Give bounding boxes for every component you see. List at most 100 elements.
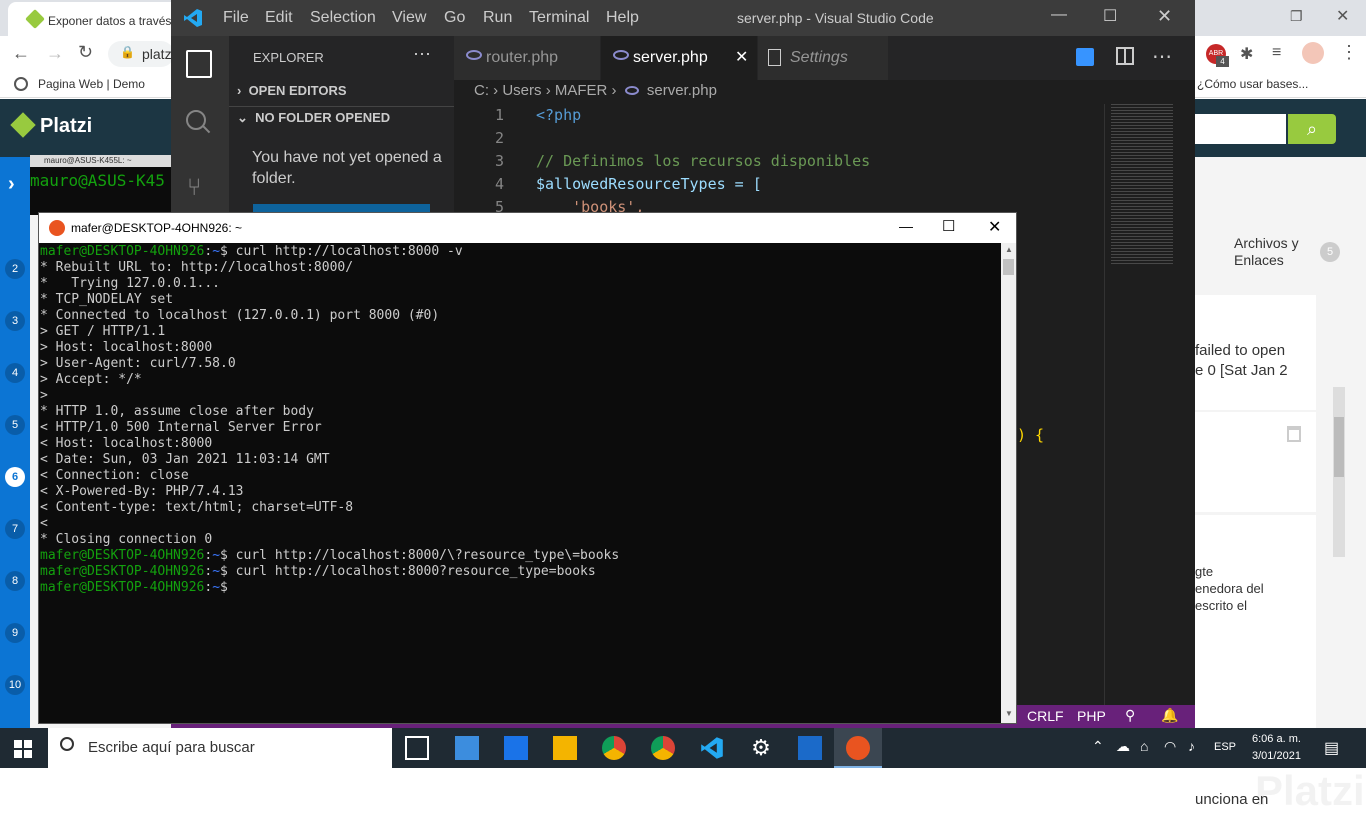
terminal-line: > Accept: */* (40, 372, 142, 387)
globe-icon (14, 77, 28, 91)
browser-tab[interactable]: Exponer datos a través d (8, 2, 178, 36)
terminal-scrollbar[interactable]: ▲ ▼ (1001, 243, 1016, 723)
address-bar[interactable]: 🔒 platz (108, 41, 174, 67)
source-control-icon[interactable]: ⑂ (187, 174, 201, 202)
mail-icon[interactable] (504, 736, 528, 760)
terminal-minimize-icon[interactable]: — (899, 218, 913, 234)
windows-start-icon[interactable] (14, 740, 32, 758)
breadcrumb-users[interactable]: Users (502, 82, 541, 99)
scroll-up-icon[interactable]: ▲ (1005, 245, 1013, 254)
network-icon[interactable]: ⌂ (1140, 738, 1148, 754)
file-explorer-icon[interactable] (553, 736, 577, 760)
compare-icon[interactable] (1076, 48, 1094, 66)
tab-router-php[interactable]: router.php (454, 36, 600, 80)
explorer-title: EXPLORER (253, 50, 324, 65)
maximize-icon[interactable]: ☐ (1103, 6, 1117, 26)
forward-icon[interactable]: → (46, 43, 64, 64)
menu-edit[interactable]: Edit (265, 9, 293, 27)
nav-class-6[interactable]: 6 (5, 467, 25, 487)
open-editors-section[interactable]: › OPEN EDITORS (229, 80, 454, 102)
close-tab-icon[interactable]: ✕ (735, 47, 748, 67)
onedrive-icon[interactable]: ☁ (1116, 738, 1130, 755)
panel-scrollbar[interactable] (1333, 387, 1345, 557)
store-icon[interactable] (455, 736, 479, 760)
photos-icon[interactable] (798, 736, 822, 760)
task-view-icon[interactable] (405, 736, 429, 760)
reading-list-icon[interactable]: ≡ (1272, 44, 1281, 62)
profile-avatar[interactable] (1302, 42, 1324, 64)
browser-close-icon[interactable]: ✕ (1336, 6, 1349, 26)
back-icon[interactable]: ← (12, 43, 30, 64)
extensions-icon[interactable]: ✱ (1240, 44, 1253, 64)
settings-gear-icon[interactable]: ⚙ (749, 736, 773, 760)
menu-go[interactable]: Go (444, 9, 465, 27)
tab-archivos-enlaces[interactable]: Archivos y Enlaces (1234, 235, 1314, 269)
nav-class-8[interactable]: 8 (5, 571, 25, 591)
terminal-maximize-icon[interactable]: ☐ (942, 217, 955, 235)
breadcrumb-drive[interactable]: C: (474, 82, 489, 99)
bookmark-pagina-web[interactable]: Pagina Web | Demo (38, 77, 145, 91)
volume-icon[interactable]: ♪ (1188, 738, 1195, 754)
browser-restore-icon[interactable]: ❐ (1290, 8, 1303, 25)
notifications-icon[interactable]: ▤ (1324, 738, 1339, 758)
menu-help[interactable]: Help (606, 9, 639, 27)
breadcrumb-sep-icon: › (611, 82, 621, 99)
breadcrumb-file[interactable]: server.php (647, 82, 717, 99)
nav-class-10[interactable]: 10 (5, 675, 25, 695)
chevron-up-icon[interactable]: ⌃ (1092, 738, 1104, 755)
no-folder-section[interactable]: ⌄ NO FOLDER OPENED (229, 106, 454, 128)
vscode-taskbar-icon[interactable] (700, 736, 724, 760)
terminal-line: < Connection: close (40, 468, 189, 483)
minimize-icon[interactable]: — (1051, 6, 1067, 24)
panel-scroll-thumb[interactable] (1334, 417, 1344, 477)
chrome-profile-icon[interactable] (651, 736, 675, 760)
breadcrumb-mafer[interactable]: MAFER (555, 82, 608, 99)
nav-class-5[interactable]: 5 (5, 415, 25, 435)
status-eol[interactable]: CRLF (1027, 708, 1064, 724)
scroll-thumb[interactable] (1003, 259, 1014, 275)
archivos-count-badge: 5 (1320, 242, 1340, 262)
bell-icon[interactable]: 🔔 (1161, 707, 1178, 724)
explorer-icon[interactable] (186, 50, 212, 78)
feedback-icon[interactable]: ⚲ (1125, 707, 1135, 724)
clock-date[interactable]: 3/01/2021 (1252, 750, 1301, 762)
wifi-icon[interactable]: ◠ (1164, 738, 1176, 755)
menu-view[interactable]: View (392, 9, 426, 27)
tab-server-php[interactable]: server.php ✕ (601, 36, 757, 80)
platzi-logo[interactable]: Platzi (10, 112, 92, 138)
terminal-close-icon[interactable]: ✕ (988, 217, 1001, 237)
menu-run[interactable]: Run (483, 9, 512, 27)
ubuntu-taskbar-button[interactable] (834, 728, 882, 768)
nav-class-4[interactable]: 4 (5, 363, 25, 383)
input-language[interactable]: ESP (1214, 741, 1236, 753)
status-language[interactable]: PHP (1077, 708, 1106, 724)
bookmark-como-usar-bases[interactable]: ¿Cómo usar bases... (1197, 77, 1308, 91)
minimap[interactable] (1104, 104, 1195, 708)
nav-class-2[interactable]: 2 (5, 259, 25, 279)
nav-class-3[interactable]: 3 (5, 311, 25, 331)
tab-settings[interactable]: Settings (758, 36, 888, 80)
platzi-search-input[interactable] (1190, 114, 1286, 144)
scroll-down-icon[interactable]: ▼ (1005, 709, 1013, 718)
clock-time[interactable]: 6:06 a. m. (1252, 733, 1301, 745)
close-icon[interactable]: ✕ (1157, 6, 1172, 27)
terminal-output[interactable]: mafer@DESKTOP-4OHN926:~$ curl http://loc… (39, 243, 1001, 723)
chevron-right-icon[interactable]: › (8, 173, 15, 196)
explorer-more-icon[interactable]: ⋯ (413, 44, 431, 65)
nav-class-9[interactable]: 9 (5, 623, 25, 643)
prompt-dollar: $ (220, 244, 228, 259)
taskbar-search-input[interactable]: Escribe aquí para buscar (48, 728, 392, 768)
menu-terminal[interactable]: Terminal (529, 9, 589, 27)
chrome-icon[interactable] (602, 736, 626, 760)
menu-selection[interactable]: Selection (310, 9, 376, 27)
platzi-search-button[interactable]: ⌕ (1288, 114, 1336, 144)
terminal-titlebar: mafer@DESKTOP-4OHN926: ~ — ☐ ✕ (39, 213, 1016, 243)
reload-icon[interactable]: ↻ (78, 42, 93, 63)
trash-icon[interactable] (1287, 426, 1301, 442)
terminal-title: mafer@DESKTOP-4OHN926: ~ (71, 221, 243, 235)
address-text: platz (142, 46, 172, 62)
more-actions-icon[interactable]: ⋯ (1152, 44, 1172, 69)
nav-class-7[interactable]: 7 (5, 519, 25, 539)
menu-file[interactable]: File (223, 9, 249, 27)
browser-menu-icon[interactable]: ⋮ (1340, 42, 1358, 63)
